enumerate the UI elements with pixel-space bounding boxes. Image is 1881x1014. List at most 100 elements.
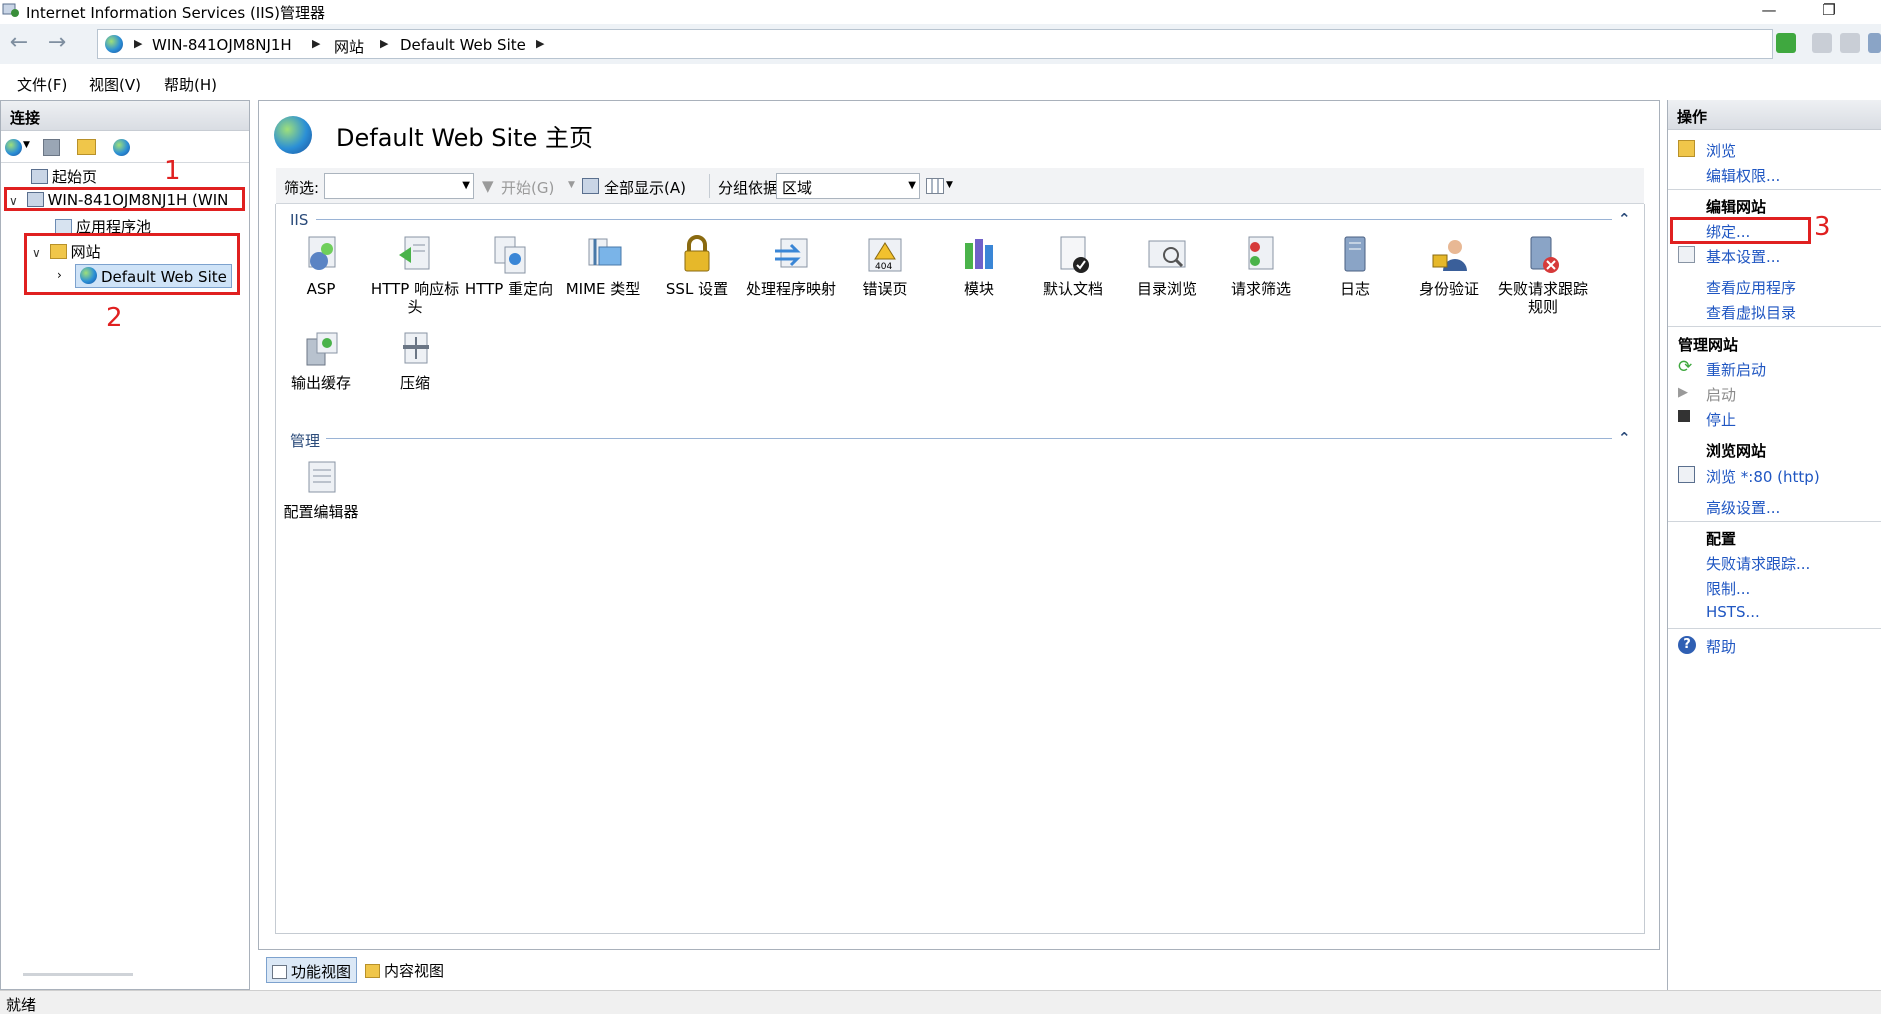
log-icon xyxy=(1344,236,1366,272)
feature-asp[interactable]: ASP xyxy=(274,235,368,298)
minimize-button[interactable]: — xyxy=(1746,0,1792,22)
view-options-icon[interactable] xyxy=(926,178,944,194)
forward-button[interactable]: → xyxy=(42,30,72,58)
connections-toolbar: ▼ xyxy=(1,133,249,163)
section-divider xyxy=(1668,628,1881,629)
start-filter-button[interactable]: 开始(G) xyxy=(501,177,554,198)
start-page-icon xyxy=(31,169,48,184)
tree-start-page[interactable]: 起始页 xyxy=(31,166,97,187)
horizontal-scrollbar[interactable] xyxy=(23,973,133,976)
feature-failed-request-tracing-rules[interactable]: 失败请求跟踪规则 xyxy=(1496,235,1590,316)
chevron-right-icon: ▶ xyxy=(312,37,321,50)
feature-handler-mappings[interactable]: 处理程序映射 xyxy=(744,235,838,298)
action-view-applications[interactable]: 查看应用程序 xyxy=(1706,277,1796,298)
feature-logging[interactable]: 日志 xyxy=(1308,235,1402,298)
start-icon: ▶ xyxy=(1678,385,1688,400)
feature-configuration-editor[interactable]: 配置编辑器 xyxy=(274,458,368,521)
feature-authentication[interactable]: 身份验证 xyxy=(1402,235,1496,298)
section-divider xyxy=(1668,326,1881,327)
basic-settings-icon xyxy=(1678,246,1695,263)
view-tabs: 功能视图 内容视图 xyxy=(260,955,760,985)
action-basic-settings[interactable]: 基本设置... xyxy=(1706,246,1780,267)
action-advanced-settings[interactable]: 高级设置... xyxy=(1706,497,1780,518)
edit-site-header: 编辑网站 xyxy=(1706,198,1767,216)
collapse-chevron-icon[interactable]: ⌃ xyxy=(1618,429,1631,447)
toolbar-divider xyxy=(709,174,710,198)
output-caching-icon xyxy=(306,332,338,366)
svg-text:404: 404 xyxy=(875,262,892,272)
feature-default-document[interactable]: 默认文档 xyxy=(1026,235,1120,298)
feature-modules[interactable]: 模块 xyxy=(932,235,1026,298)
action-edit-permissions[interactable]: 编辑权限... xyxy=(1706,165,1780,186)
tab-content-view[interactable]: 内容视图 xyxy=(360,957,449,983)
asp-icon xyxy=(308,236,336,270)
group-by-value: 区域 xyxy=(782,179,813,197)
status-bar: 就绪 xyxy=(0,990,1881,1014)
menu-help[interactable]: 帮助(H) xyxy=(164,74,217,95)
show-all-button[interactable]: 全部显示(A) xyxy=(604,177,686,198)
chevron-down-icon: ▼ xyxy=(462,180,470,191)
stop-icon[interactable] xyxy=(1812,33,1832,53)
content-view-icon xyxy=(365,964,380,978)
breadcrumb-server[interactable]: WIN-841OJM8NJ1H xyxy=(152,36,292,54)
status-text: 就绪 xyxy=(6,996,37,1014)
address-box[interactable]: ▶ WIN-841OJM8NJ1H ▶ 网站 ▶ Default Web Sit… xyxy=(97,29,1773,59)
action-browse-80[interactable]: 浏览 *:80 (http) xyxy=(1706,466,1820,487)
feature-error-pages[interactable]: 404 错误页 xyxy=(838,235,932,298)
disconnect-icon[interactable] xyxy=(113,139,130,156)
feature-directory-browsing[interactable]: 目录浏览 xyxy=(1120,235,1214,298)
compression-icon xyxy=(403,332,429,364)
filter-label: 筛选: xyxy=(284,179,320,197)
connections-title: 连接 xyxy=(1,101,249,131)
feature-mime-types[interactable]: MIME 类型 xyxy=(556,235,650,298)
connect-globe-icon[interactable] xyxy=(5,139,22,156)
feature-ssl-settings[interactable]: SSL 设置 xyxy=(650,235,744,298)
filter-input[interactable]: ▼ xyxy=(324,173,474,199)
chevron-right-icon: ▶ xyxy=(134,37,143,50)
chevron-down-icon[interactable]: ▼ xyxy=(23,140,30,150)
save-icon[interactable] xyxy=(43,139,60,156)
menu-file[interactable]: 文件(F) xyxy=(17,74,67,95)
collapse-chevron-icon[interactable]: ⌃ xyxy=(1618,210,1631,228)
group-divider xyxy=(316,219,1612,220)
show-all-icon xyxy=(582,178,599,194)
chevron-right-icon: ▶ xyxy=(380,37,389,50)
feature-http-response-headers[interactable]: HTTP 响应标头 xyxy=(368,235,462,316)
chevron-down-icon[interactable]: ▼ xyxy=(946,180,953,190)
action-help[interactable]: 帮助 xyxy=(1706,636,1736,657)
home-icon[interactable] xyxy=(1840,33,1860,53)
menu-view[interactable]: 视图(V) xyxy=(89,74,141,95)
tree-label: 起始页 xyxy=(52,168,98,186)
iis-app-icon xyxy=(2,2,20,18)
action-hsts[interactable]: HSTS... xyxy=(1706,603,1760,621)
breadcrumb-default-web-site[interactable]: Default Web Site xyxy=(400,36,526,54)
default-document-icon xyxy=(1060,236,1089,273)
annotation-box-1 xyxy=(4,187,245,211)
modules-icon xyxy=(965,239,993,269)
back-button[interactable]: ← xyxy=(4,30,34,58)
chevron-right-icon: ▶ xyxy=(536,37,545,50)
folder-up-icon[interactable] xyxy=(77,139,96,155)
action-explore[interactable]: 浏览 xyxy=(1706,140,1736,161)
action-limits[interactable]: 限制... xyxy=(1706,578,1750,599)
tab-features-view[interactable]: 功能视图 xyxy=(266,957,358,983)
page-title: Default Web Site 主页 xyxy=(336,124,593,152)
group-by-select[interactable]: 区域 ▼ xyxy=(776,173,920,199)
refresh-icon[interactable] xyxy=(1776,33,1796,53)
restore-button[interactable]: ❐ xyxy=(1806,0,1852,22)
action-failed-request-tracing[interactable]: 失败请求跟踪... xyxy=(1706,553,1810,574)
section-divider xyxy=(1668,521,1881,522)
menu-bar: 文件(F) 视图(V) 帮助(H) xyxy=(0,66,1881,98)
funnel-icon: ▼ xyxy=(482,177,494,195)
help-icon[interactable] xyxy=(1868,33,1881,53)
action-stop[interactable]: 停止 xyxy=(1706,409,1736,430)
explore-icon xyxy=(1678,140,1695,157)
breadcrumb-sites[interactable]: 网站 xyxy=(334,36,364,57)
action-view-virtual-directories[interactable]: 查看虚拟目录 xyxy=(1706,302,1796,323)
feature-http-redirect[interactable]: HTTP 重定向 xyxy=(462,235,556,298)
action-restart[interactable]: 重新启动 xyxy=(1706,359,1766,380)
feature-request-filtering[interactable]: 请求筛选 xyxy=(1214,235,1308,298)
feature-output-caching[interactable]: 输出缓存 xyxy=(274,329,368,392)
failed-request-tracing-icon xyxy=(1530,236,1559,273)
feature-compression[interactable]: 压缩 xyxy=(368,329,462,392)
